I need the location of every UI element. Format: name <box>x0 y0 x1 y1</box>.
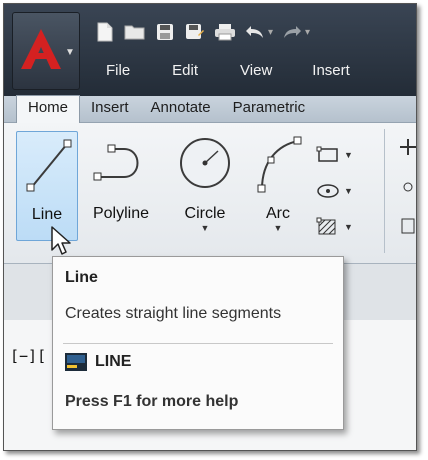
hatch-tool-button[interactable]: ▼ <box>316 209 353 245</box>
menu-file[interactable]: File <box>106 56 130 85</box>
menu-insert[interactable]: Insert <box>312 56 350 85</box>
chevron-down-icon[interactable]: ▾ <box>268 27 273 38</box>
line-tool-button[interactable]: Line <box>16 131 78 241</box>
rectangle-tool-button[interactable]: ▼ <box>316 137 353 173</box>
tab-parametric[interactable]: Parametric <box>222 96 317 122</box>
ribbon-tabs: Home Insert Annotate Parametric <box>4 95 416 124</box>
command-line-icon <box>65 353 87 371</box>
ellipse-icon <box>317 184 339 198</box>
autocad-window: ▼ ▾ ▾ File Edit View Insert Home Insert … <box>3 3 417 451</box>
tab-annotate[interactable]: Annotate <box>140 96 222 122</box>
chevron-down-icon[interactable]: ▼ <box>344 186 353 196</box>
viewport-controls-label[interactable]: [−][ <box>10 347 46 365</box>
circle-tool-label: Circle <box>184 205 226 222</box>
modify-tools-partial <box>400 137 416 252</box>
mouse-pointer-icon <box>51 226 71 255</box>
chevron-down-icon: ▼ <box>65 47 75 58</box>
move-icon[interactable] <box>400 137 416 247</box>
autocad-logo-icon <box>21 29 61 69</box>
tooltip-description: Creates straight line segments <box>65 305 282 322</box>
tooltip-command: LINE <box>95 353 132 370</box>
chevron-down-icon[interactable]: ▼ <box>344 222 353 232</box>
save-icon[interactable] <box>154 21 176 43</box>
save-as-icon[interactable] <box>184 21 206 43</box>
draw-small-tools: ▼ ▼ ▼ <box>316 137 353 245</box>
tooltip-command-row: LINE <box>65 353 131 371</box>
menu-view[interactable]: View <box>240 56 272 85</box>
title-bar: ▼ ▾ ▾ File Edit View Insert <box>4 4 416 96</box>
menu-edit[interactable]: Edit <box>172 56 198 85</box>
line-tool-label: Line <box>31 206 63 223</box>
print-icon[interactable] <box>214 21 236 43</box>
circle-icon <box>180 138 230 188</box>
arc-tool-label: Arc <box>266 205 290 222</box>
chevron-down-icon[interactable]: ▼ <box>170 223 240 233</box>
tab-insert[interactable]: Insert <box>80 96 140 122</box>
circle-tool-button[interactable]: Circle ▼ <box>170 131 240 239</box>
open-folder-icon[interactable] <box>124 21 146 43</box>
chevron-down-icon[interactable]: ▼ <box>344 150 353 160</box>
redo-icon[interactable] <box>281 21 303 43</box>
tooltip-title: Line <box>65 269 98 286</box>
tab-home[interactable]: Home <box>16 95 81 124</box>
panel-divider <box>384 129 385 253</box>
tooltip-help: Press F1 for more help <box>65 393 239 410</box>
chevron-down-icon[interactable]: ▾ <box>305 27 310 38</box>
line-icon <box>26 139 72 192</box>
chevron-down-icon[interactable]: ▼ <box>248 223 308 233</box>
quick-access-toolbar: ▾ ▾ <box>94 20 310 44</box>
line-tooltip: Line Creates straight line segments LINE… <box>52 256 344 430</box>
undo-icon[interactable] <box>244 21 266 43</box>
menu-bar: File Edit View Insert <box>84 56 350 85</box>
polyline-tool-label: Polyline <box>92 205 150 222</box>
rectangle-icon <box>316 146 338 162</box>
hatch-icon <box>316 217 336 235</box>
polyline-tool-button[interactable]: Polyline <box>84 131 158 239</box>
new-file-icon[interactable] <box>94 21 116 43</box>
application-menu-button[interactable]: ▼ <box>12 12 80 90</box>
arc-tool-button[interactable]: Arc ▼ <box>248 131 308 239</box>
ellipse-tool-button[interactable]: ▼ <box>316 173 353 209</box>
polyline-icon <box>93 144 139 181</box>
tooltip-divider <box>63 343 333 344</box>
arc-icon <box>257 136 302 193</box>
